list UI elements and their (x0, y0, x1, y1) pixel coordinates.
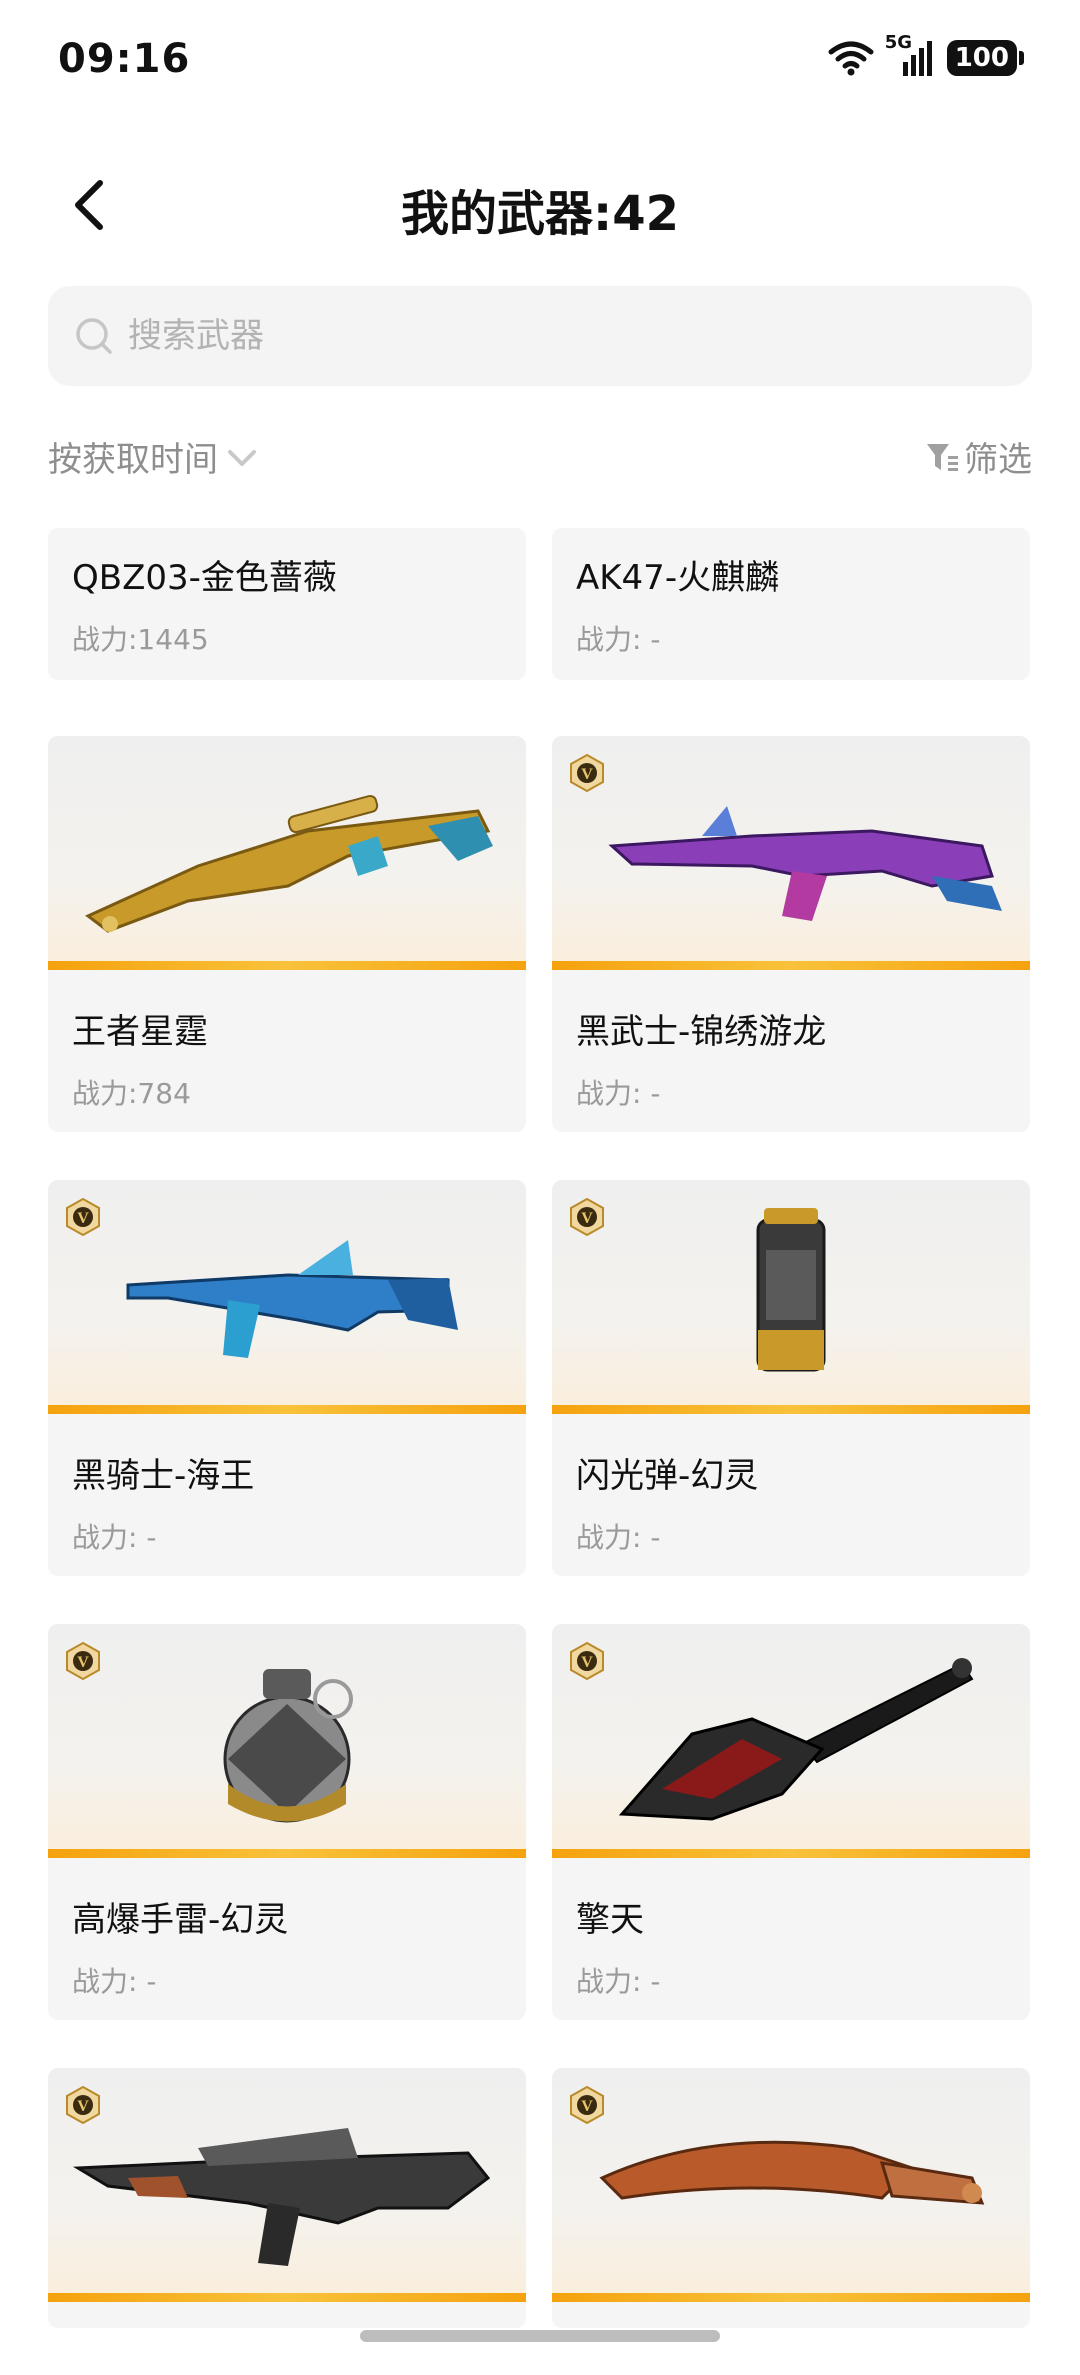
weapon-name: AK47-火麒麟 (576, 558, 780, 598)
weapon-power: 战力: - (72, 1965, 157, 1998)
weapon-power: 战力: - (576, 1965, 661, 1998)
weapon-image: V (48, 1180, 526, 1414)
chevron-down-icon (228, 449, 256, 466)
filter-button[interactable]: 筛选 (924, 432, 1032, 481)
status-bar: 09:16 5G 100 (0, 0, 1080, 120)
weapon-image: V (552, 1624, 1030, 1858)
weapon-power: 战力: - (72, 1521, 157, 1554)
weapon-image: V (48, 1624, 526, 1858)
weapon-image: V (552, 736, 1030, 970)
weapon-power: 战力: - (576, 1077, 661, 1110)
weapon-card[interactable]: AK47-火麒麟 战力: - (552, 528, 1030, 680)
search-icon (72, 314, 116, 358)
weapon-name: 王者星霆 (72, 1012, 208, 1052)
filter-icon (927, 443, 958, 471)
weapon-image: V (552, 1180, 1030, 1414)
weapon-image: V (48, 2068, 526, 2302)
search-input[interactable] (126, 315, 980, 357)
home-indicator[interactable] (360, 2330, 720, 2342)
weapon-card[interactable]: V 黑武士-锦绣游龙 战力: - (552, 736, 1030, 1132)
weapon-power: 战力: - (576, 1521, 661, 1554)
weapon-name: QBZ03-金色蔷薇 (72, 558, 337, 598)
m4-rifle-icon (72, 2128, 491, 2266)
weapon-name: 黑骑士-海王 (72, 1456, 255, 1496)
weapon-card[interactable]: QBZ03-金色蔷薇 战力:1445 (48, 528, 526, 680)
search-bar[interactable] (48, 286, 1032, 386)
sort-filter-row: 按获取时间 筛选 (48, 432, 1032, 492)
shovel-icon (618, 1658, 974, 1821)
weapon-card[interactable]: V 高爆手雷-幻灵 战力: - (48, 1624, 526, 2020)
weapon-card[interactable]: V 擎天 战力: - (552, 1624, 1030, 2020)
weapon-card[interactable]: V (48, 2068, 526, 2328)
status-time: 09:16 (58, 36, 191, 82)
ak-rifle-icon (608, 806, 1002, 921)
kukri-knife-icon (599, 2140, 985, 2205)
flashbang-icon (756, 1208, 826, 1372)
weapon-image (48, 736, 526, 970)
grenade-icon (223, 1669, 353, 1823)
weapon-card[interactable]: V 黑骑士-海王 战力: - (48, 1180, 526, 1576)
weapon-power: 战力:784 (72, 1077, 191, 1110)
weapon-power: 战力:1445 (72, 623, 209, 656)
sort-dropdown[interactable]: 按获取时间 (48, 432, 260, 481)
sniper-rifle-icon (85, 794, 493, 933)
weapon-name: 闪光弹-幻灵 (576, 1456, 759, 1496)
weapon-card[interactable]: V 闪光弹-幻灵 战力: - (552, 1180, 1030, 1576)
battery-icon: 100 (946, 40, 1024, 76)
page-title: 我的武器:42 (401, 186, 679, 242)
sort-label: 按获取时间 (48, 440, 218, 480)
assault-rifle-icon (126, 1240, 458, 1358)
status-icons: 5G 100 (827, 32, 1024, 78)
cellular-signal-icon: 5G (885, 32, 933, 78)
filter-label: 筛选 (964, 440, 1032, 480)
weapon-card[interactable]: 王者星霆 战力:784 (48, 736, 526, 1132)
weapon-name: 擎天 (576, 1900, 644, 1940)
weapon-power: 战力: - (576, 623, 661, 656)
weapon-name: 黑武士-锦绣游龙 (576, 1012, 827, 1052)
network-type: 5G (884, 32, 913, 53)
weapon-image: V (552, 2068, 1030, 2302)
weapon-card[interactable]: V (552, 2068, 1030, 2328)
header: 我的武器:42 (0, 160, 1080, 250)
wifi-icon (828, 41, 874, 76)
battery-level: 100 (946, 40, 1017, 76)
weapon-name: 高爆手雷-幻灵 (72, 1900, 289, 1940)
